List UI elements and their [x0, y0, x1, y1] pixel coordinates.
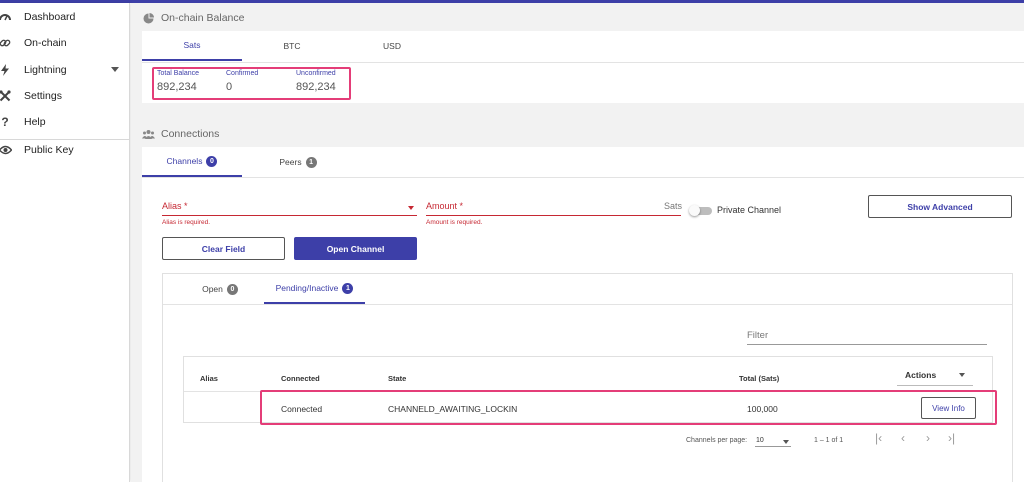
unconfirmed-label: Unconfirmed	[296, 70, 336, 77]
alias-label: Alias *	[162, 201, 188, 211]
tab-open[interactable]: Open 0	[173, 274, 267, 304]
sidebar-item-label: On-chain	[24, 37, 67, 49]
per-page-select[interactable]: 10	[755, 434, 791, 447]
connections-section-header: Connections	[141, 128, 219, 140]
tab-label: BTC	[283, 41, 301, 51]
show-advanced-button[interactable]: Show Advanced	[868, 195, 1012, 218]
total-balance-value: 892,234	[157, 81, 197, 93]
tab-label: Peers	[279, 157, 302, 167]
tab-label: Open	[202, 284, 223, 294]
total-balance-label: Total Balance	[157, 70, 200, 77]
amount-label: Amount *	[426, 201, 464, 211]
balance-section-header: On-chain Balance	[141, 12, 244, 24]
sidebar-item-public-key[interactable]: Public Key	[0, 137, 129, 163]
people-icon	[141, 128, 155, 140]
connections-card: Channels 0 Peers 1 Alias * Alias is requir…	[142, 147, 1024, 482]
sidebar-item-dashboard[interactable]: Dashboard	[0, 4, 129, 30]
chevron-down-icon	[959, 373, 965, 377]
settings-icon	[0, 89, 12, 103]
per-page-label: Channels per page:	[686, 437, 748, 444]
pagination-range: 1 – 1 of 1	[814, 437, 844, 444]
help-icon: ?	[1, 115, 9, 129]
tab-divider	[163, 304, 1012, 305]
tab-count-badge: 0	[226, 283, 238, 295]
actions-dropdown[interactable]: Actions	[897, 365, 973, 386]
sidebar: Dashboard On-chain Lightning Settings ? …	[0, 3, 130, 482]
column-header-connected: Connected	[281, 374, 320, 383]
tab-sats[interactable]: Sats	[142, 31, 242, 61]
filter-placeholder: Filter	[747, 330, 769, 341]
sidebar-item-label: Settings	[24, 90, 62, 102]
dashboard-icon	[0, 10, 12, 24]
sidebar-item-on-chain[interactable]: On-chain	[0, 30, 129, 56]
sidebar-item-label: Public Key	[24, 144, 74, 156]
tab-peers[interactable]: Peers 1	[242, 147, 354, 177]
previous-page-icon[interactable]: ‹	[901, 431, 905, 445]
tab-usd[interactable]: USD	[342, 31, 442, 61]
sidebar-item-label: Dashboard	[24, 11, 76, 23]
sidebar-item-settings[interactable]: Settings	[0, 83, 129, 109]
last-page-icon[interactable]: ›|	[948, 431, 955, 445]
chevron-down-icon	[783, 440, 789, 444]
chevron-down-icon[interactable]	[111, 67, 119, 72]
tab-pending-inactive[interactable]: Pending/Inactive 1	[264, 274, 365, 304]
toggle-thumb[interactable]	[689, 205, 700, 216]
tab-count-badge: 0	[206, 155, 218, 167]
tab-count-badge: 1	[342, 282, 354, 294]
tab-label: USD	[383, 41, 401, 51]
tab-label: Channels	[166, 156, 203, 166]
tab-label: Pending/Inactive	[275, 283, 339, 293]
confirmed-label: Confirmed	[226, 70, 259, 77]
amount-suffix: Sats	[664, 201, 683, 211]
main-content: On-chain Balance Sats BTC USD Total Bala…	[131, 3, 1024, 482]
alias-select[interactable]	[162, 215, 417, 216]
tab-label: Sats	[183, 40, 201, 50]
column-header-total: Total (Sats)	[739, 374, 780, 383]
filter-input[interactable]	[747, 344, 987, 345]
tab-btc[interactable]: BTC	[242, 31, 342, 61]
tab-count-badge: 1	[305, 156, 317, 168]
unconfirmed-value: 892,234	[296, 81, 336, 93]
next-page-icon[interactable]: ›	[926, 431, 930, 445]
alias-error: Alias is required.	[162, 219, 211, 226]
channels-list-card: Open 0 Pending/Inactive 1 Filter Alias Con…	[162, 273, 1013, 482]
link-icon	[0, 36, 12, 50]
amount-error: Amount is required.	[426, 219, 483, 226]
actions-label: Actions	[905, 370, 937, 380]
connections-section-title: Connections	[161, 128, 220, 140]
confirmed-value: 0	[226, 81, 233, 93]
open-channel-button[interactable]: Open Channel	[294, 237, 417, 260]
pie-chart-icon	[141, 12, 155, 24]
private-channel-label: Private Channel	[717, 205, 782, 215]
sidebar-item-label: Help	[24, 116, 46, 128]
chevron-down-icon[interactable]	[408, 206, 414, 210]
balance-section-title: On-chain Balance	[161, 12, 245, 24]
column-header-state: State	[388, 374, 407, 383]
row-highlight-box	[260, 390, 997, 425]
sidebar-item-label: Lightning	[24, 64, 67, 76]
column-header-alias: Alias	[200, 374, 218, 383]
tab-divider	[142, 177, 1024, 178]
lightning-icon	[0, 63, 12, 77]
tab-divider	[142, 62, 1024, 63]
first-page-icon[interactable]: |‹	[875, 431, 882, 445]
balance-card: Sats BTC USD Total Balance 892,234 Confi…	[142, 31, 1024, 103]
eye-icon	[0, 143, 12, 157]
per-page-value: 10	[756, 437, 764, 444]
amount-input[interactable]	[426, 215, 681, 216]
sidebar-item-help[interactable]: ? Help	[0, 109, 129, 135]
clear-field-button[interactable]: Clear Field	[162, 237, 285, 260]
tab-channels[interactable]: Channels 0	[142, 147, 242, 177]
sidebar-item-lightning[interactable]: Lightning	[0, 57, 129, 83]
